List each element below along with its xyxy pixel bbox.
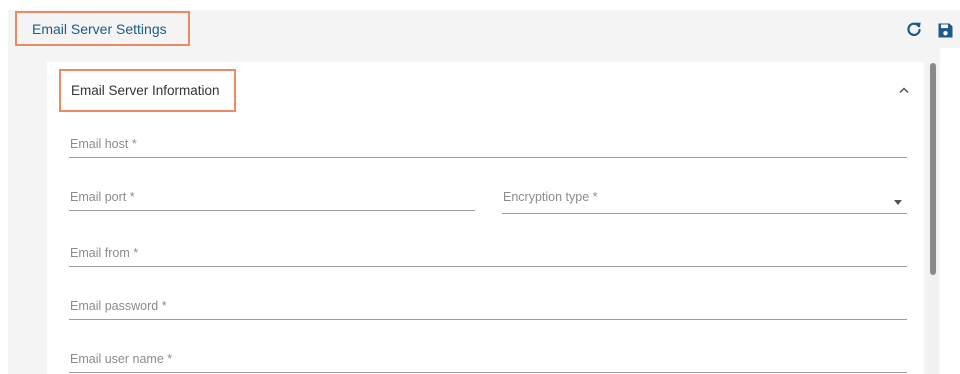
email-password-field[interactable]: Email password * [69,290,907,320]
email-from-field[interactable]: Email from * [69,237,907,267]
email-user-name-label: Email user name * [70,352,173,366]
section-title: Email Server Information [59,69,236,112]
email-host-label: Email host * [70,137,137,151]
email-host-field[interactable]: Email host * [69,128,907,158]
email-from-label: Email from * [70,246,139,260]
page-title: Email Server Settings [15,11,190,46]
email-user-name-field[interactable]: Email user name * [69,343,907,373]
email-port-label: Email port * [70,190,135,204]
encryption-type-select[interactable]: Encryption type * [502,181,907,214]
chevron-down-icon [894,200,902,205]
email-port-field[interactable]: Email port * [69,181,475,211]
email-password-label: Email password * [70,299,167,313]
refresh-icon[interactable] [905,20,923,38]
save-icon[interactable] [935,20,955,40]
encryption-type-label: Encryption type * [503,190,598,204]
chevron-up-icon[interactable] [896,84,912,96]
scrollbar-thumb[interactable] [930,63,936,275]
